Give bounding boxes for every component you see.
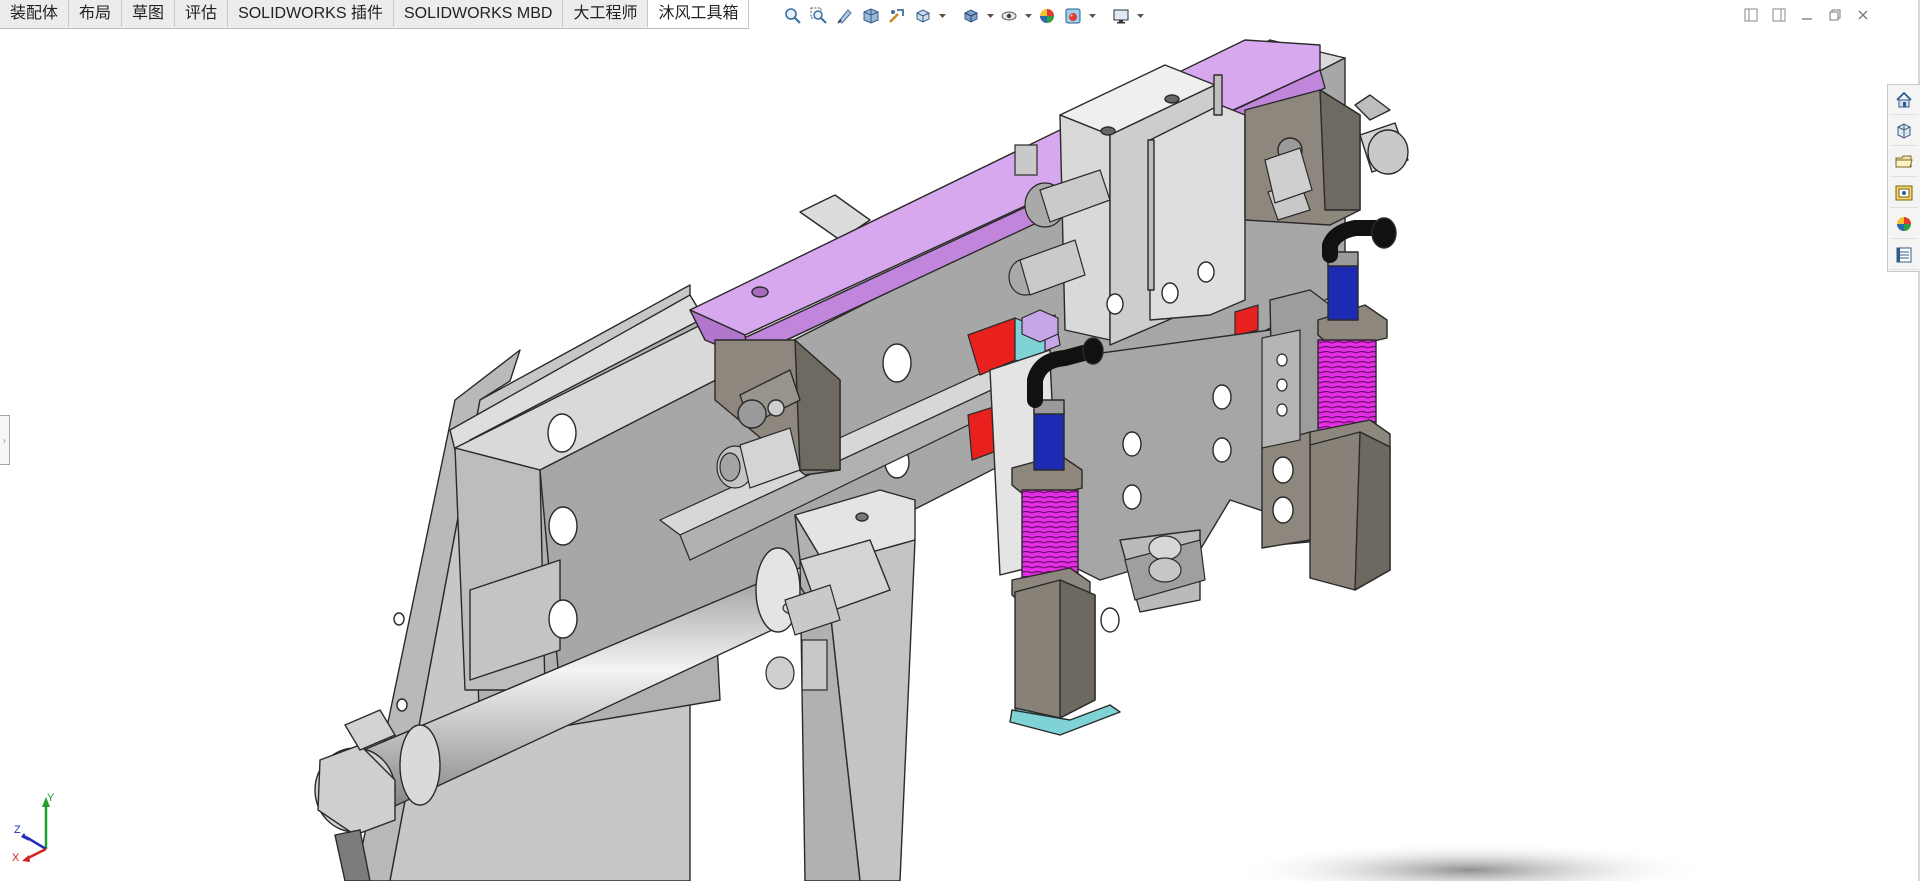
- previous-view-icon[interactable]: [834, 5, 856, 27]
- hide-show-items-icon[interactable]: [998, 5, 1020, 27]
- graphics-area[interactable]: Y Z X: [0, 29, 1888, 886]
- slotted-plate: [1261, 329, 1301, 449]
- tile-left-icon[interactable]: [1740, 4, 1762, 26]
- display-style-icon[interactable]: [960, 5, 982, 27]
- task-pane-tabs: [1887, 84, 1920, 272]
- restore-icon[interactable]: [1824, 4, 1846, 26]
- view-settings-icon[interactable]: [1110, 5, 1132, 27]
- view-palette-icon[interactable]: [1890, 179, 1918, 208]
- heads-up-view-toolbar: [782, 3, 1144, 29]
- dynamic-annotation-icon[interactable]: [886, 5, 908, 27]
- z-axis-label: Z: [14, 824, 21, 836]
- z-axis: [25, 835, 47, 851]
- right-slide-block: [1244, 89, 1409, 226]
- appearances-scenes-icon[interactable]: [1890, 210, 1918, 239]
- tile-right-icon[interactable]: [1768, 4, 1790, 26]
- zoom-to-fit-icon[interactable]: [782, 5, 804, 27]
- tab-solidworks-mbd[interactable]: SOLIDWORKS MBD: [393, 0, 564, 27]
- close-icon[interactable]: [1852, 4, 1874, 26]
- apply-scene-icon[interactable]: [1062, 5, 1084, 27]
- chevron-down-icon[interactable]: [986, 5, 994, 27]
- command-manager-tabs: 装配体 布局 草图 评估 SOLIDWORKS 插件 SOLIDWORKS MB…: [0, 0, 750, 29]
- view-orientation-icon[interactable]: [912, 5, 934, 27]
- design-library-icon[interactable]: [1890, 117, 1918, 146]
- zoom-to-area-icon[interactable]: [808, 5, 830, 27]
- tab-solidworks-addins[interactable]: SOLIDWORKS 插件: [228, 0, 394, 27]
- chevron-down-icon[interactable]: [1136, 5, 1144, 27]
- y-axis-label: Y: [47, 792, 55, 804]
- chevron-down-icon[interactable]: [938, 5, 946, 27]
- ground-shadow: [1230, 842, 1710, 886]
- chevron-down-icon[interactable]: [1024, 5, 1032, 27]
- chevron-down-icon[interactable]: [1088, 5, 1096, 27]
- custom-properties-icon[interactable]: [1890, 241, 1918, 270]
- coordinate-triad: Y Z X: [12, 792, 55, 863]
- assembly-model[interactable]: [0, 29, 1888, 886]
- file-explorer-icon[interactable]: [1890, 148, 1918, 177]
- section-view-icon[interactable]: [860, 5, 882, 27]
- tab-sketch[interactable]: 草图: [122, 0, 176, 27]
- x-axis-label: X: [12, 852, 20, 863]
- tab-layout[interactable]: 布局: [69, 0, 123, 27]
- solidworks-resources-icon[interactable]: [1890, 86, 1918, 115]
- tab-assembly[interactable]: 装配体: [0, 0, 70, 27]
- tab-da-gongchengshi[interactable]: 大工程师: [563, 0, 649, 27]
- document-window-controls: [1740, 4, 1874, 26]
- edit-appearance-icon[interactable]: [1036, 5, 1058, 27]
- tab-evaluate[interactable]: 评估: [175, 0, 229, 27]
- minimize-icon[interactable]: [1796, 4, 1818, 26]
- tab-mufeng-toolbox[interactable]: 沐风工具箱: [648, 0, 750, 28]
